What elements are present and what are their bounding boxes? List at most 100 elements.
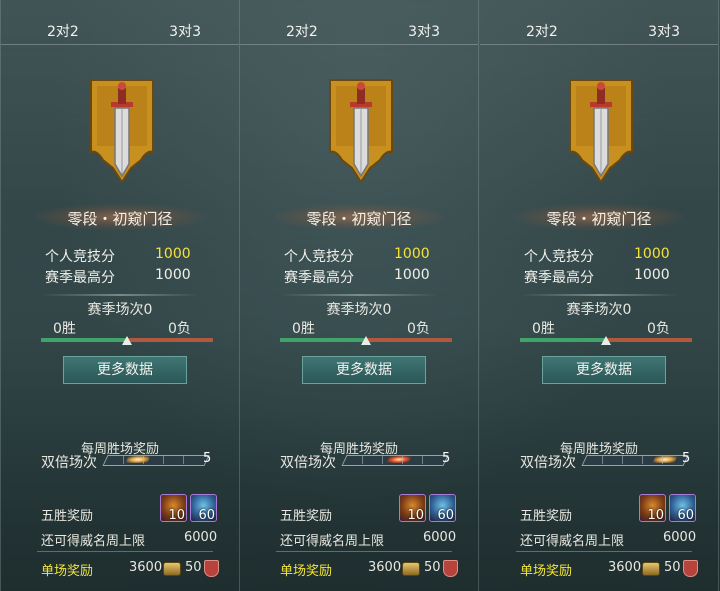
double-matches-progress: 5 [341,451,454,466]
ratio-marker [122,336,132,345]
losses-count: 0负 [168,321,191,337]
blue-sword-item-icon[interactable]: 60 [429,494,456,523]
season-high-value: 1000 [155,267,191,283]
wins-count: 0胜 [292,321,315,337]
divider [276,551,452,552]
rank-name: 零段・初窥门径 [306,210,412,228]
losses-count: 0负 [647,321,670,337]
five-win-reward-label: 五胜奖励 [280,509,333,524]
single-match-reward-label: 单场奖励 [280,564,333,579]
losses-count: 0负 [407,321,430,337]
five-win-reward-label: 五胜奖励 [520,509,573,524]
progress-tick [402,456,403,464]
weekly-cap-label: 还可得威名周上限 [41,534,146,549]
single-reward-honor: 50 [424,560,441,575]
progress-tick [422,456,423,464]
item2-count: 60 [437,508,454,523]
single-match-reward-label: 单场奖励 [520,564,573,579]
progress-glow [125,456,151,463]
double-matches-label: 双倍场次 [41,455,97,471]
coin-icon [163,562,181,576]
season-high-label: 赛季最高分 [45,270,115,286]
more-data-button[interactable]: 更多数据 [63,356,187,384]
personal-score-label: 个人竞技分 [284,249,354,265]
tab-2v2[interactable]: 2对2 [47,21,79,41]
progress-tick [602,456,603,464]
tab-3v3[interactable]: 3对3 [648,21,680,41]
pvp-ranking-screen: 2对2 3对3 零段・初窥门径 个人竞技分 1000 赛季最高分 1000 赛季… [0,0,720,591]
win-segment [520,338,606,342]
season-matches: 赛季场次0 [326,302,392,318]
season-matches: 赛季场次0 [87,302,153,318]
wins-count: 0胜 [53,321,76,337]
divider [516,551,692,552]
divider [41,294,199,296]
tab-2v2[interactable]: 2对2 [526,21,558,41]
sword-banner-icon [569,79,633,182]
progress-tick [123,456,124,464]
personal-score-label: 个人竞技分 [45,249,115,265]
season-high-label: 赛季最高分 [524,270,594,286]
more-data-button[interactable]: 更多数据 [302,356,426,384]
more-data-button[interactable]: 更多数据 [542,356,666,384]
divider [280,294,438,296]
ranking-panel: 2对2 3对3 零段・初窥门径 个人竞技分 1000 赛季最高分 1000 赛季… [480,0,719,591]
orange-tiger-item-icon[interactable]: 10 [639,494,666,523]
orange-tiger-item-icon[interactable]: 10 [160,494,187,523]
shield-icon [683,560,698,577]
divider [37,551,213,552]
ratio-marker [601,336,611,345]
five-win-reward-label: 五胜奖励 [41,509,94,524]
double-matches-progress: 5 [581,451,694,466]
shield-icon [204,560,219,577]
ratio-marker [361,336,371,345]
tab-3v3[interactable]: 3对3 [169,21,201,41]
progress-tick [163,456,164,464]
orange-tiger-item-icon[interactable]: 10 [399,494,426,523]
tab-3v3[interactable]: 3对3 [408,21,440,41]
progress-tick [382,456,383,464]
single-reward-fame: 3600 [129,560,163,575]
progress-tick [183,456,184,464]
progress-glow [386,456,412,463]
win-loss-bar [520,336,692,345]
sword-banner-icon [90,79,154,182]
coin-icon [642,562,660,576]
weekly-cap-value: 6000 [423,530,457,545]
progress-tick [642,456,643,464]
item1-count: 10 [647,508,664,523]
weekly-cap-label: 还可得威名周上限 [520,534,625,549]
season-high-value: 1000 [634,267,670,283]
personal-score-label: 个人竞技分 [524,249,594,265]
double-matches-label: 双倍场次 [520,455,576,471]
progress-tick [143,456,144,464]
sword-banner-icon [329,79,393,182]
personal-score-value: 1000 [155,246,191,262]
item2-count: 60 [677,508,694,523]
double-matches-count: 5 [203,451,212,466]
rank-name: 零段・初窥门径 [67,210,173,228]
single-reward-fame: 3600 [608,560,642,575]
progress-tick [622,456,623,464]
shield-icon [443,560,458,577]
divider [520,294,678,296]
loss-segment [366,338,452,342]
item1-count: 10 [407,508,424,523]
personal-score-value: 1000 [394,246,430,262]
blue-sword-item-icon[interactable]: 60 [669,494,696,523]
season-high-label: 赛季最高分 [284,270,354,286]
single-reward-honor: 50 [185,560,202,575]
progress-tick [362,456,363,464]
mode-tabs: 2对2 3对3 [1,0,239,45]
progress-tick [662,456,663,464]
loss-segment [606,338,692,342]
loss-segment [127,338,213,342]
double-matches-progress: 5 [102,451,215,466]
season-high-value: 1000 [394,267,430,283]
single-reward-fame: 3600 [368,560,402,575]
weekly-cap-value: 6000 [184,530,218,545]
tab-2v2[interactable]: 2对2 [286,21,318,41]
win-segment [41,338,127,342]
blue-sword-item-icon[interactable]: 60 [190,494,217,523]
item2-count: 60 [198,508,215,523]
